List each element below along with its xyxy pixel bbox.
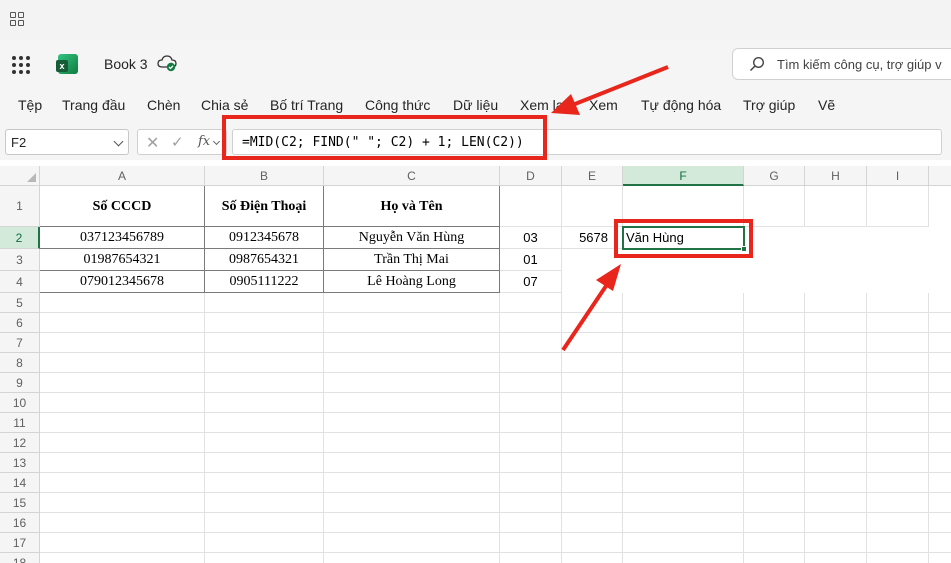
formula-controls: ✕ ✓ fx	[137, 129, 227, 155]
cell-a1[interactable]: Số CCCD	[40, 186, 205, 227]
insert-function-icon[interactable]: fx	[198, 134, 210, 149]
row-header-3[interactable]: 3	[0, 249, 40, 271]
row-header-5[interactable]: 5	[0, 293, 40, 313]
excel-logo-icon[interactable]: x	[56, 54, 78, 74]
chevron-down-icon[interactable]	[113, 136, 124, 147]
column-header-c[interactable]: C	[324, 166, 500, 186]
cell-b4[interactable]: 0905111222	[205, 271, 324, 293]
row-header-13[interactable]: 13	[0, 453, 40, 473]
cancel-icon[interactable]: ✕	[146, 133, 159, 153]
row-header-4[interactable]: 4	[0, 271, 40, 293]
row-header-9[interactable]: 9	[0, 373, 40, 393]
select-all-button[interactable]	[0, 166, 40, 186]
cell-a4[interactable]: 079012345678	[40, 271, 205, 293]
enter-icon[interactable]: ✓	[171, 133, 184, 151]
tab-automate[interactable]: Tự động hóa	[641, 97, 721, 113]
row-header-14[interactable]: 14	[0, 473, 40, 493]
cell-d1[interactable]	[500, 186, 562, 227]
column-header-f[interactable]: F	[623, 166, 744, 186]
cell-d2[interactable]: 03	[500, 227, 562, 249]
search-placeholder: Tìm kiếm công cụ, trợ giúp v	[777, 57, 942, 72]
column-header-a[interactable]: A	[40, 166, 205, 186]
column-header-overflow[interactable]	[929, 166, 951, 186]
tab-review[interactable]: Xem lạ	[520, 97, 564, 113]
tab-data[interactable]: Dữ liệu	[453, 97, 498, 113]
tab-draw[interactable]: Vẽ	[818, 97, 835, 113]
column-header-h[interactable]: H	[805, 166, 867, 186]
row-header-18[interactable]: 18	[0, 553, 40, 563]
column-header-b[interactable]: B	[205, 166, 324, 186]
cell-b1[interactable]: Số Điện Thoại	[205, 186, 324, 227]
search-icon	[749, 56, 765, 72]
cell-a3[interactable]: 01987654321	[40, 249, 205, 271]
cell-a2[interactable]: 037123456789	[40, 227, 205, 249]
column-header-d[interactable]: D	[500, 166, 562, 186]
book-title[interactable]: Book 3	[104, 56, 148, 72]
spreadsheet-grid: A B C D E F G H I 1 2 3 4 5 6 7 8 9 10 1…	[0, 166, 951, 563]
cell-c3[interactable]: Trần Thị Mai	[324, 249, 500, 271]
cell-i1[interactable]	[867, 186, 929, 227]
column-header-i[interactable]: I	[867, 166, 929, 186]
tab-view[interactable]: Xem	[589, 97, 618, 113]
tab-help[interactable]: Trợ giúp	[743, 97, 795, 113]
empty-grid-area[interactable]	[40, 293, 951, 563]
column-header-g[interactable]: G	[744, 166, 805, 186]
cell-b3[interactable]: 0987654321	[205, 249, 324, 271]
app-header: x Book 3 Tìm kiếm công cụ, trợ giúp v	[0, 40, 951, 88]
cell-d3[interactable]: 01	[500, 249, 562, 271]
cell-c2[interactable]: Nguyễn Văn Hùng	[324, 227, 500, 249]
fx-chevron-icon[interactable]	[212, 137, 221, 146]
row-header-17[interactable]: 17	[0, 533, 40, 553]
row-header-10[interactable]: 10	[0, 393, 40, 413]
name-box[interactable]: F2	[5, 129, 129, 155]
cell-b2[interactable]: 0912345678	[205, 227, 324, 249]
row-header-2[interactable]: 2	[0, 227, 40, 249]
tab-formulas[interactable]: Công thức	[365, 97, 430, 113]
cell-c4[interactable]: Lê Hoàng Long	[324, 271, 500, 293]
tab-home[interactable]: Trang đầu	[62, 97, 125, 113]
cloud-saved-icon[interactable]	[157, 54, 177, 72]
row-header-8[interactable]: 8	[0, 353, 40, 373]
tab-share[interactable]: Chia sẻ	[201, 97, 248, 113]
tab-page-layout[interactable]: Bố trí Trang	[270, 97, 343, 113]
row-header-1[interactable]: 1	[0, 186, 40, 227]
tab-file[interactable]: Tệp	[18, 97, 42, 113]
row-header-11[interactable]: 11	[0, 413, 40, 433]
column-header-e[interactable]: E	[562, 166, 623, 186]
row-header-12[interactable]: 12	[0, 433, 40, 453]
formula-highlight-box	[222, 115, 547, 160]
row-header-16[interactable]: 16	[0, 513, 40, 533]
cell-c1[interactable]: Họ và Tên	[324, 186, 500, 227]
search-input[interactable]: Tìm kiếm công cụ, trợ giúp v	[732, 48, 951, 80]
row-header-6[interactable]: 6	[0, 313, 40, 333]
row-header-15[interactable]: 15	[0, 493, 40, 513]
cell-h1[interactable]	[805, 186, 867, 227]
grid-apps-icon[interactable]	[10, 12, 24, 26]
row-header-7[interactable]: 7	[0, 333, 40, 353]
cell-g1[interactable]	[744, 186, 805, 227]
system-bar	[0, 0, 951, 40]
app-launcher-icon[interactable]	[12, 56, 30, 74]
tab-insert[interactable]: Chèn	[147, 97, 180, 113]
result-highlight-box	[614, 219, 753, 258]
cell-d4[interactable]: 07	[500, 271, 562, 293]
name-box-value: F2	[11, 135, 27, 150]
